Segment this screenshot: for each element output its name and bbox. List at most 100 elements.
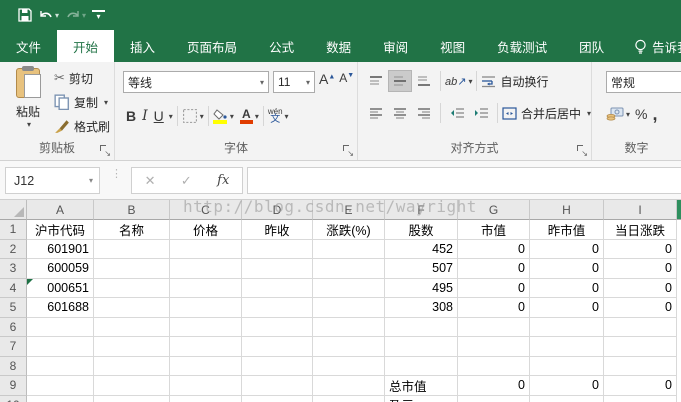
cell-A6[interactable] — [27, 318, 94, 338]
cell-H6[interactable] — [530, 318, 604, 338]
cell-F3[interactable]: 507 — [385, 259, 458, 279]
cell-G6[interactable] — [458, 318, 530, 338]
cell-H5[interactable]: 0 — [530, 298, 604, 318]
cell-F7[interactable] — [385, 337, 458, 357]
cell-I5[interactable]: 0 — [604, 298, 677, 318]
tell-me-box[interactable]: 告诉我你想要 — [634, 30, 681, 62]
tab-review[interactable]: 审阅 — [367, 30, 424, 62]
formula-input[interactable] — [247, 167, 681, 194]
cell-I3[interactable]: 0 — [604, 259, 677, 279]
customize-quick-access-toolbar-icon[interactable]: ▾ — [92, 10, 105, 21]
paste-button[interactable]: 粘贴 ▾ — [8, 68, 48, 146]
cell-C5[interactable] — [170, 298, 242, 318]
increase-indent-button[interactable] — [469, 102, 493, 124]
cut-button[interactable]: ✂ 剪切 — [54, 68, 93, 88]
cell-I1[interactable]: 当日涨跌 — [604, 220, 677, 240]
cell-C1[interactable]: 价格 — [170, 220, 242, 240]
font-color-caret[interactable]: ▾ — [255, 112, 259, 121]
cell-E7[interactable] — [313, 337, 385, 357]
cell-I9[interactable]: 0 — [604, 376, 677, 396]
format-painter-button[interactable]: 格式刷 — [54, 116, 110, 136]
cell-H8[interactable] — [530, 357, 604, 377]
cell-C8[interactable] — [170, 357, 242, 377]
cell-F6[interactable] — [385, 318, 458, 338]
row-header-10[interactable]: 10 — [0, 396, 27, 402]
accounting-format-button[interactable]: ▾ — [606, 107, 630, 121]
cell-A10[interactable] — [27, 396, 94, 402]
cell-B10[interactable] — [94, 396, 170, 402]
cell-E6[interactable] — [313, 318, 385, 338]
cell-I6[interactable] — [604, 318, 677, 338]
cell-B7[interactable] — [94, 337, 170, 357]
cell-F1[interactable]: 股数 — [385, 220, 458, 240]
cell-E2[interactable] — [313, 240, 385, 260]
row-header-2[interactable]: 2 — [0, 240, 27, 260]
cell-B4[interactable] — [94, 279, 170, 299]
fill-color-button[interactable] — [213, 109, 228, 124]
cell-F2[interactable]: 452 — [385, 240, 458, 260]
cell-I2[interactable]: 0 — [604, 240, 677, 260]
cell-I8[interactable] — [604, 357, 677, 377]
cell-H7[interactable] — [530, 337, 604, 357]
row-header-4[interactable]: 4 — [0, 279, 27, 299]
cell-E5[interactable] — [313, 298, 385, 318]
paste-dropdown-caret[interactable]: ▾ — [27, 120, 31, 129]
cell-B5[interactable] — [94, 298, 170, 318]
cell-G2[interactable]: 0 — [458, 240, 530, 260]
cell-D10[interactable] — [242, 396, 313, 402]
cell-I7[interactable] — [604, 337, 677, 357]
cell-G5[interactable]: 0 — [458, 298, 530, 318]
bottom-align-button[interactable] — [412, 70, 436, 92]
cell-C4[interactable] — [170, 279, 242, 299]
cell-H2[interactable]: 0 — [530, 240, 604, 260]
name-box[interactable]: J12 ▾ — [5, 167, 100, 194]
bold-button[interactable]: B — [123, 107, 139, 125]
cell-G8[interactable] — [458, 357, 530, 377]
cell-D1[interactable]: 昨收 — [242, 220, 313, 240]
tab-file[interactable]: 文件 — [0, 30, 57, 62]
align-left-button[interactable] — [364, 102, 388, 124]
copy-button[interactable]: 复制 ▾ — [54, 92, 108, 112]
font-color-button[interactable]: A — [240, 109, 253, 124]
cell-C7[interactable] — [170, 337, 242, 357]
row-header-6[interactable]: 6 — [0, 318, 27, 338]
cell-F9[interactable]: 总市值 — [385, 376, 458, 396]
tab-load-test[interactable]: 负载测试 — [481, 30, 563, 62]
align-right-button[interactable] — [412, 102, 436, 124]
number-format-combo[interactable]: 常规 — [606, 71, 681, 93]
accounting-format-caret[interactable]: ▾ — [626, 110, 630, 119]
column-header-B[interactable]: B — [94, 200, 170, 220]
comma-style-button[interactable]: , — [652, 109, 657, 119]
cell-F10[interactable]: 盈亏 — [385, 396, 458, 402]
tab-insert[interactable]: 插入 — [114, 30, 171, 62]
merge-center-button[interactable]: 合并后居中 ▾ — [502, 105, 591, 122]
column-header-A[interactable]: A — [27, 200, 94, 220]
cell-H9[interactable]: 0 — [530, 376, 604, 396]
row-header-8[interactable]: 8 — [0, 357, 27, 377]
borders-icon[interactable] — [182, 108, 198, 124]
cell-B8[interactable] — [94, 357, 170, 377]
cell-B1[interactable]: 名称 — [94, 220, 170, 240]
cell-F5[interactable]: 308 — [385, 298, 458, 318]
name-box-caret[interactable]: ▾ — [89, 176, 99, 185]
underline-dropdown-caret[interactable]: ▾ — [169, 112, 173, 121]
clipboard-dialog-launcher-icon[interactable] — [100, 145, 110, 155]
cell-B6[interactable] — [94, 318, 170, 338]
cell-G9[interactable]: 0 — [458, 376, 530, 396]
cell-D2[interactable] — [242, 240, 313, 260]
orientation-button[interactable]: ab↗ — [445, 75, 466, 88]
cell-I4[interactable]: 0 — [604, 279, 677, 299]
cell-H3[interactable]: 0 — [530, 259, 604, 279]
phonetic-caret[interactable]: ▾ — [285, 112, 289, 121]
cell-F8[interactable] — [385, 357, 458, 377]
cell-G1[interactable]: 市值 — [458, 220, 530, 240]
column-header-H[interactable]: H — [530, 200, 604, 220]
cell-C3[interactable] — [170, 259, 242, 279]
cell-A3[interactable]: 600059 — [27, 259, 94, 279]
fill-color-caret[interactable]: ▾ — [230, 112, 234, 121]
cell-I10[interactable] — [604, 396, 677, 402]
row-header-1[interactable]: 1 — [0, 220, 27, 240]
cancel-icon[interactable]: ✕ — [145, 173, 156, 189]
cell-A5[interactable]: 601688 — [27, 298, 94, 318]
cell-H4[interactable]: 0 — [530, 279, 604, 299]
